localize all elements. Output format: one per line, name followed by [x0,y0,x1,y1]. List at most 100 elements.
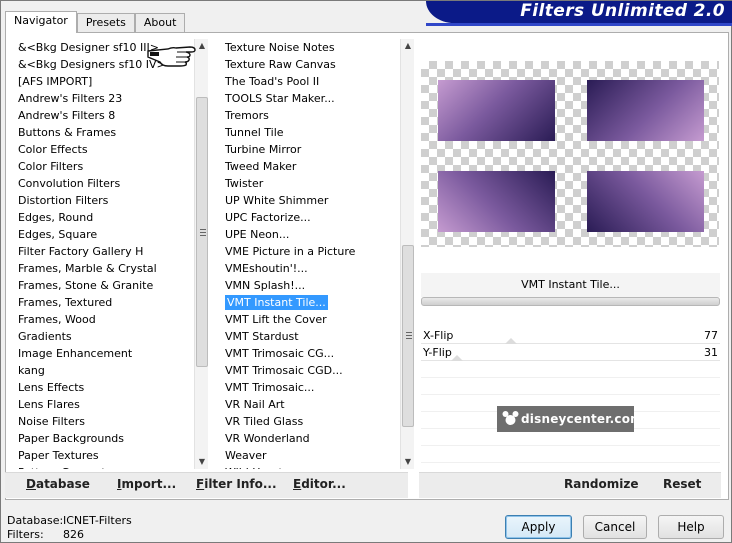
param-value: 77 [704,329,718,342]
editor-button[interactable]: Editor... [293,477,346,491]
filter-info-button[interactable]: Filter Info... [196,477,277,491]
filter-item[interactable]: Weaver [222,447,399,464]
category-item-label: Convolution Filters [18,177,121,190]
tab-presets[interactable]: Presets [76,13,135,33]
category-scroll-thumb[interactable] [196,97,208,367]
category-item[interactable]: Distortion Filters [15,192,195,209]
category-item[interactable]: Andrew's Filters 23 [15,90,195,107]
filter-item-label: VME Picture in a Picture [225,245,356,258]
tab-about[interactable]: About [134,13,186,33]
category-item-label: Buttons & Frames [18,126,117,139]
control-separator [421,297,720,306]
category-item[interactable]: Edges, Round [15,209,195,226]
filter-item-label: Tremors [225,109,269,122]
filter-item[interactable]: Wild Hearts [222,464,399,469]
editor-button-key: E [293,477,302,491]
scroll-up-icon[interactable]: ▲ [401,39,415,53]
category-item[interactable]: Noise Filters [15,413,195,430]
param-slider[interactable]: Y-Flip 31 [421,344,720,361]
category-item-label: Paper Textures [18,449,99,462]
tab-navigator[interactable]: Navigator [5,11,77,33]
filter-item[interactable]: Twister [222,175,399,192]
filter-item[interactable]: UPC Factorize... [222,209,399,226]
filter-item[interactable]: VR Wonderland [222,430,399,447]
filter-item-label: UP White Shimmer [225,194,329,207]
category-item[interactable]: Lens Flares [15,396,195,413]
filter-item[interactable]: Tremors [222,107,399,124]
apply-button[interactable]: Apply [505,515,572,539]
filter-item-label: VMT Trimosaic CG... [225,347,335,360]
filter-item[interactable]: VMT Stardust [222,328,399,345]
filter-item[interactable]: Tweed Maker [222,158,399,175]
filter-item[interactable]: Texture Raw Canvas [222,56,399,73]
editor-button-label: ditor... [301,477,346,491]
category-item-label: Frames, Stone & Granite [18,279,154,292]
category-item[interactable]: kang [15,362,195,379]
category-item[interactable]: Frames, Wood [15,311,195,328]
category-item[interactable]: Paper Backgrounds [15,430,195,447]
category-item[interactable]: Frames, Textured [15,294,195,311]
category-item-label: Color Filters [18,160,84,173]
category-item[interactable]: Filter Factory Gallery H [15,243,195,260]
scroll-down-icon[interactable]: ▼ [401,455,415,469]
param-value: 31 [704,346,718,359]
empty-param-slot [421,446,720,463]
filter-item-selected[interactable]: VMT Instant Tile... [222,294,399,311]
category-item[interactable]: Buttons & Frames [15,124,195,141]
filter-item[interactable]: TOOLS Star Maker... [222,90,399,107]
randomize-button[interactable]: Randomize [564,477,638,491]
filter-item[interactable]: UPE Neon... [222,226,399,243]
category-item[interactable]: Pattern Generators [15,464,195,469]
category-item[interactable]: Frames, Stone & Granite [15,277,195,294]
filter-item[interactable]: VMT Trimosaic... [222,379,399,396]
category-item-label: Gradients [18,330,72,343]
help-button[interactable]: Help [658,515,724,539]
category-item[interactable]: Gradients [15,328,195,345]
category-item[interactable]: Edges, Square [15,226,195,243]
filter-item[interactable]: VMT Lift the Cover [222,311,399,328]
filter-item[interactable]: UP White Shimmer [222,192,399,209]
database-value: ICNET-Filters [63,514,132,527]
filter-item[interactable]: VMT Trimosaic CG... [222,345,399,362]
category-item[interactable]: [AFS IMPORT] [15,73,195,90]
filters-count: 826 [63,528,84,541]
category-item[interactable]: Convolution Filters [15,175,195,192]
category-list[interactable]: &<Bkg Designer sf10 III> &<Bkg Designers … [15,39,195,469]
category-scrollbar[interactable]: ▲ ▼ [194,39,208,469]
param-slider[interactable]: X-Flip 77 [421,327,720,344]
filter-item[interactable]: Texture Noise Notes [222,39,399,56]
filter-item[interactable]: VR Tiled Glass [222,413,399,430]
reset-button[interactable]: Reset [663,477,701,491]
cancel-button[interactable]: Cancel [583,515,647,539]
category-item[interactable]: Color Effects [15,141,195,158]
filter-item[interactable]: Turbine Mirror [222,141,399,158]
filter-item[interactable]: VR Nail Art [222,396,399,413]
filter-item-label: Wild Hearts [225,466,289,469]
filters-status: Filters: 826 [7,528,84,541]
category-item-label: Color Effects [18,143,88,156]
filter-item[interactable]: Tunnel Tile [222,124,399,141]
filter-scroll-thumb[interactable] [402,245,414,427]
filter-item-label: VMT Lift the Cover [225,313,327,326]
filter-item[interactable]: VMN Splash!... [222,277,399,294]
import-button[interactable]: Import... [117,477,176,491]
category-item[interactable]: Paper Textures [15,447,195,464]
database-button[interactable]: Database [26,477,90,491]
category-item[interactable]: Image Enhancement [15,345,195,362]
filter-item-label: UPE Neon... [225,228,290,241]
filter-scrollbar[interactable]: ▲ ▼ [400,39,414,469]
category-item[interactable]: Andrew's Filters 8 [15,107,195,124]
filter-list[interactable]: Texture Noise Notes Texture Raw Canvas The… [222,39,399,469]
category-item[interactable]: Frames, Marble & Crystal [15,260,195,277]
scroll-down-icon[interactable]: ▼ [195,455,209,469]
preview-tile [587,171,704,232]
filter-item[interactable]: The Toad's Pool II [222,73,399,90]
filter-item[interactable]: VMEshoutin'!... [222,260,399,277]
filter-item[interactable]: VME Picture in a Picture [222,243,399,260]
filter-item-label: Tweed Maker [225,160,297,173]
filter-item[interactable]: VMT Trimosaic CGD... [222,362,399,379]
category-item[interactable]: Lens Effects [15,379,195,396]
category-item[interactable]: Color Filters [15,158,195,175]
category-item-label: Frames, Marble & Crystal [18,262,157,275]
filter-item-label: VR Nail Art [225,398,285,411]
